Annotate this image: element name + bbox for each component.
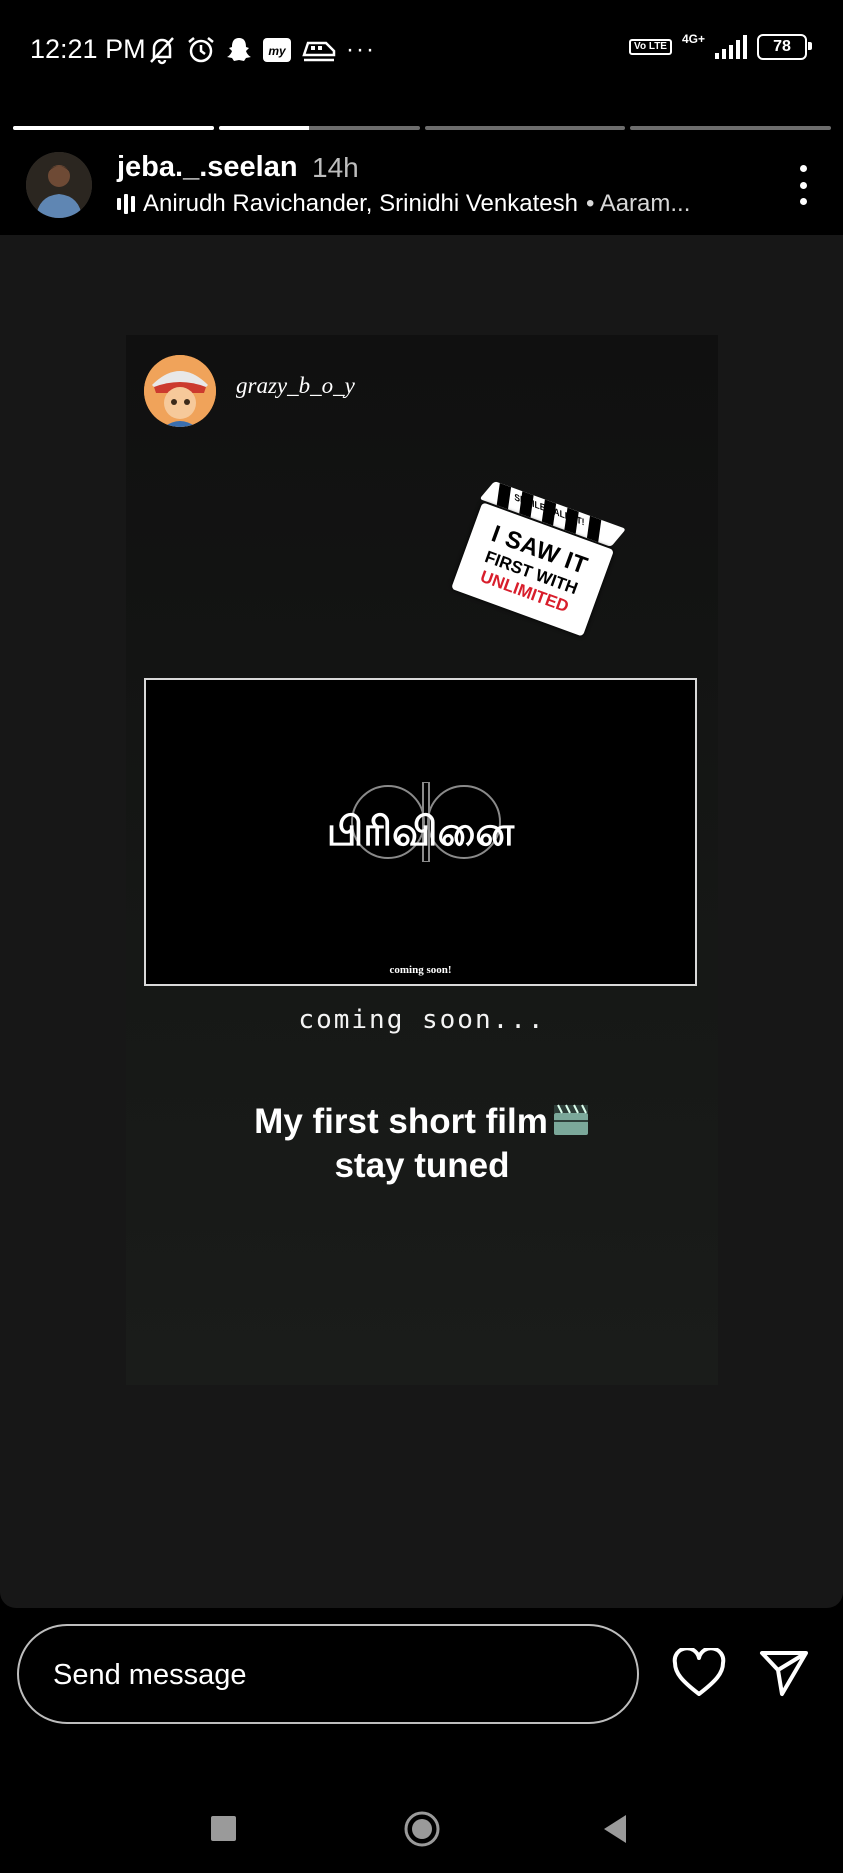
send-icon[interactable]: [758, 1648, 810, 1698]
train-icon: [302, 41, 336, 62]
poster-subtitle: coming soon!: [389, 964, 452, 976]
story-time: 14h: [312, 152, 359, 183]
reposted-avatar: [144, 355, 216, 427]
reposted-username: grazy_b_o_y: [236, 373, 355, 398]
more-dots-icon: ···: [346, 36, 376, 63]
story-username[interactable]: jeba._.seelan: [117, 151, 298, 184]
status-bar: 12:21 PM my ··· Vo LTE 4G+ 78: [0, 0, 843, 100]
caption-line-1: My first short film: [254, 1102, 548, 1141]
music-attribution[interactable]: Anirudh Ravichander, Srinidhi Venkatesh …: [117, 190, 690, 218]
status-time: 12:21 PM: [30, 34, 146, 64]
back-icon[interactable]: [600, 1812, 630, 1846]
alarm-icon: [188, 37, 214, 63]
poster-title: பிரிவினை: [326, 808, 515, 855]
progress-segment: [424, 126, 626, 130]
status-left-icons: my ···: [148, 30, 376, 70]
progress-segment: [218, 126, 420, 130]
music-artists: Anirudh Ravichander, Srinidhi Venkatesh: [143, 190, 578, 217]
caption-line-2: stay tuned: [334, 1146, 510, 1185]
story-progress: [13, 126, 831, 130]
film-poster: பிரிவினை coming soon!: [144, 678, 697, 986]
recents-icon[interactable]: [211, 1816, 236, 1841]
music-track: • Aaram...: [585, 190, 691, 217]
message-box[interactable]: [17, 1624, 639, 1724]
navigation-bar: [0, 1780, 843, 1873]
progress-segment: [630, 126, 831, 130]
signal-icon: [715, 35, 747, 59]
battery-level: 78: [773, 38, 791, 55]
music-bars-icon: [117, 194, 135, 214]
avatar[interactable]: [26, 152, 92, 218]
handwritten-text: coming soon...: [298, 1005, 546, 1035]
app-icon: my: [263, 38, 291, 62]
snapchat-icon: [227, 38, 251, 61]
send-message-input[interactable]: [51, 1626, 615, 1724]
battery-icon: 78: [757, 34, 812, 60]
progress-segment: [13, 126, 214, 130]
reposted-post[interactable]: grazy_b_o_y SPOILER ALERT! I SAW IT FIRS…: [126, 335, 718, 1385]
heart-icon[interactable]: [672, 1648, 726, 1698]
status-right-icons: Vo LTE 4G+ 78: [629, 32, 812, 60]
spoiler-alert-sticker: SPOILER ALERT! I SAW IT FIRST WITH UNLIM…: [450, 480, 627, 641]
more-options-icon[interactable]: [793, 165, 813, 205]
caption: My first short film stay tuned: [126, 1100, 718, 1188]
story-header: jeba._.seelan 14h Anirudh Ravichander, S…: [0, 145, 843, 235]
bell-off-icon: [150, 37, 174, 65]
network-type: 4G+: [681, 32, 705, 46]
clapper-board-icon: [553, 1104, 588, 1135]
svg-text:my: my: [268, 44, 287, 58]
volte-badge: Vo LTE: [629, 39, 672, 55]
home-icon[interactable]: [403, 1810, 441, 1848]
